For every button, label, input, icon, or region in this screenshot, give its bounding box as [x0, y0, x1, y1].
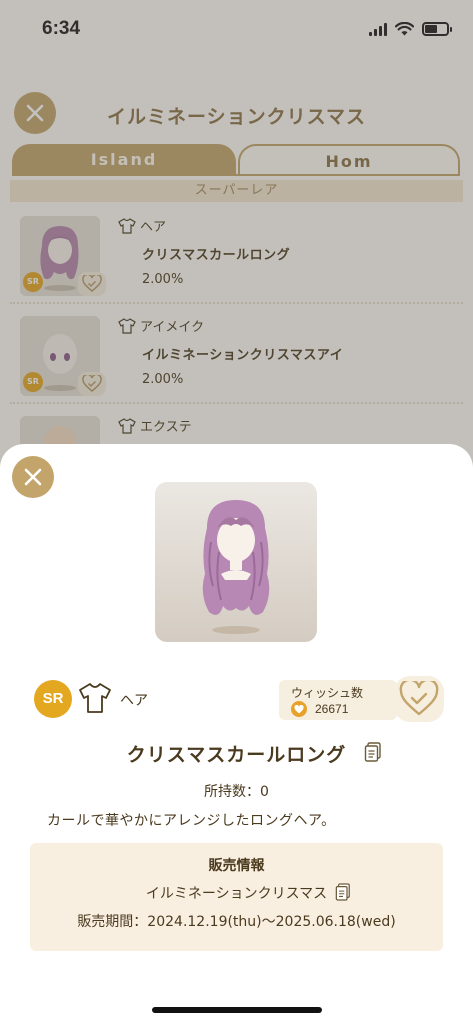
wish-count-box: ウィッシュ数 26671 [279, 680, 397, 720]
item-name: クリスマスカールロング [126, 744, 347, 766]
sales-period: 販売期間：2024.12.19(thu)〜2025.06.18(wed) [77, 914, 396, 930]
sales-heading: 販売情報 [208, 858, 265, 874]
heart-check-icon [399, 681, 439, 716]
close-icon [24, 468, 42, 486]
hair-preview-icon [202, 500, 270, 634]
item-detail-sheet: SR ヘア ウィッシュ数 26671 クリスマスカールロング 所持数：0 カール… [0, 444, 473, 1024]
wish-label: ウィッシュ数 [291, 686, 364, 700]
item-preview-image [155, 482, 317, 642]
sales-info-box: 販売情報 イルミネーションクリスマス 販売期間：2024.12.19(thu)〜… [30, 843, 443, 951]
home-indicator[interactable] [152, 1007, 322, 1013]
sales-event-name: イルミネーションクリスマス [145, 886, 328, 902]
item-category-label: ヘア [120, 693, 148, 709]
copy-icon[interactable] [335, 883, 351, 901]
sales-event: イルミネーションクリスマス [30, 883, 443, 903]
item-title: クリスマスカールロング [0, 740, 473, 767]
shirt-icon [79, 683, 111, 713]
heart-icon [291, 701, 307, 717]
wish-heart-button[interactable] [394, 676, 444, 722]
close-button[interactable] [12, 456, 54, 498]
sr-badge: SR [34, 680, 72, 718]
owned-count: 所持数：0 [204, 784, 269, 800]
copy-icon[interactable] [364, 742, 382, 762]
item-description: カールで華やかにアレンジしたロングヘア。 [47, 813, 336, 829]
wish-count: 26671 [315, 702, 349, 716]
